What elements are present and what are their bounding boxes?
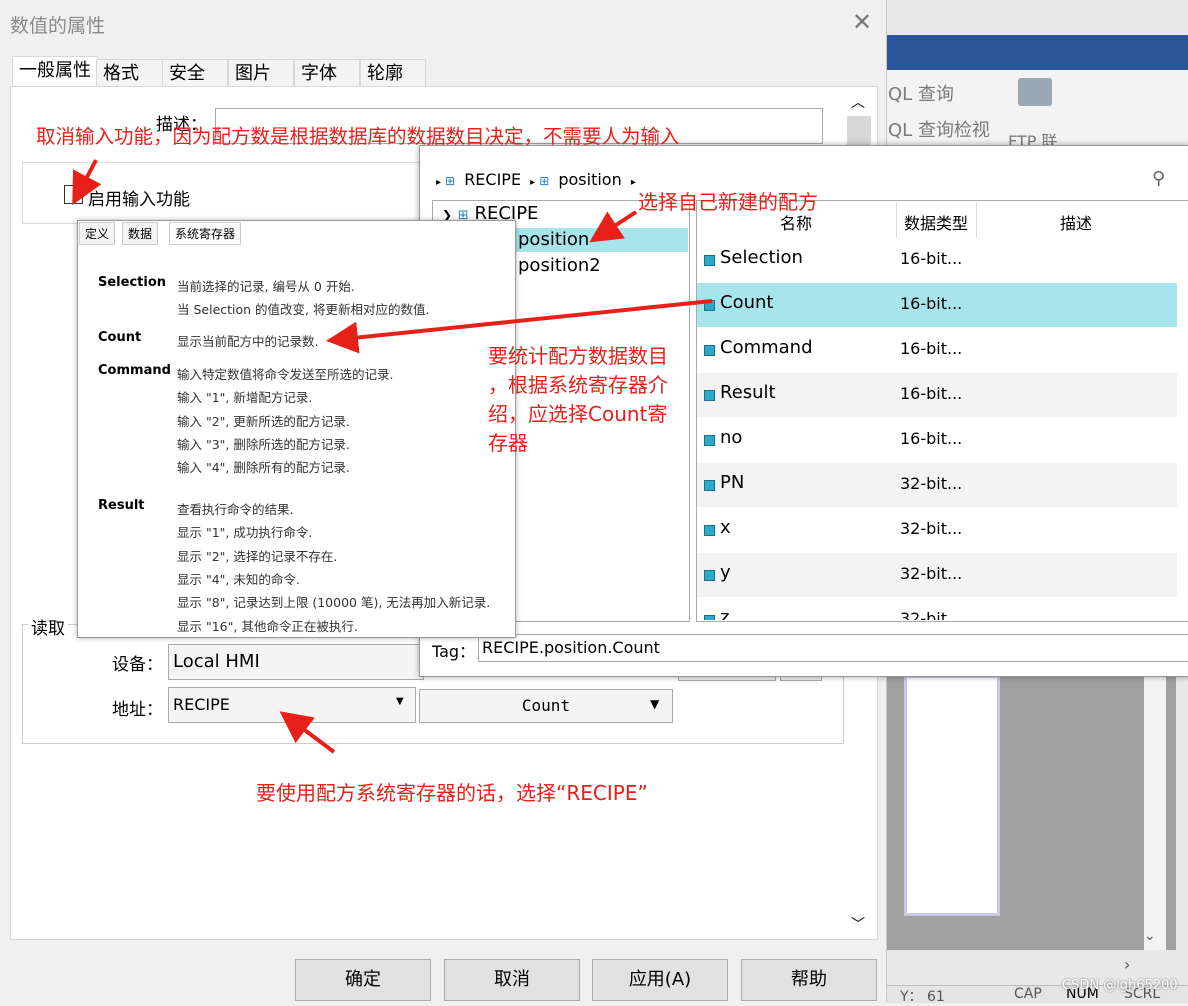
arrow-to-address [279,711,336,754]
watermark: CSDN @lgh65200 [1062,978,1178,993]
arrow-to-position [589,210,638,243]
arrow-to-count-help [326,299,713,354]
annotation-arrows [72,159,713,754]
arrow-to-checkbox [72,159,102,206]
